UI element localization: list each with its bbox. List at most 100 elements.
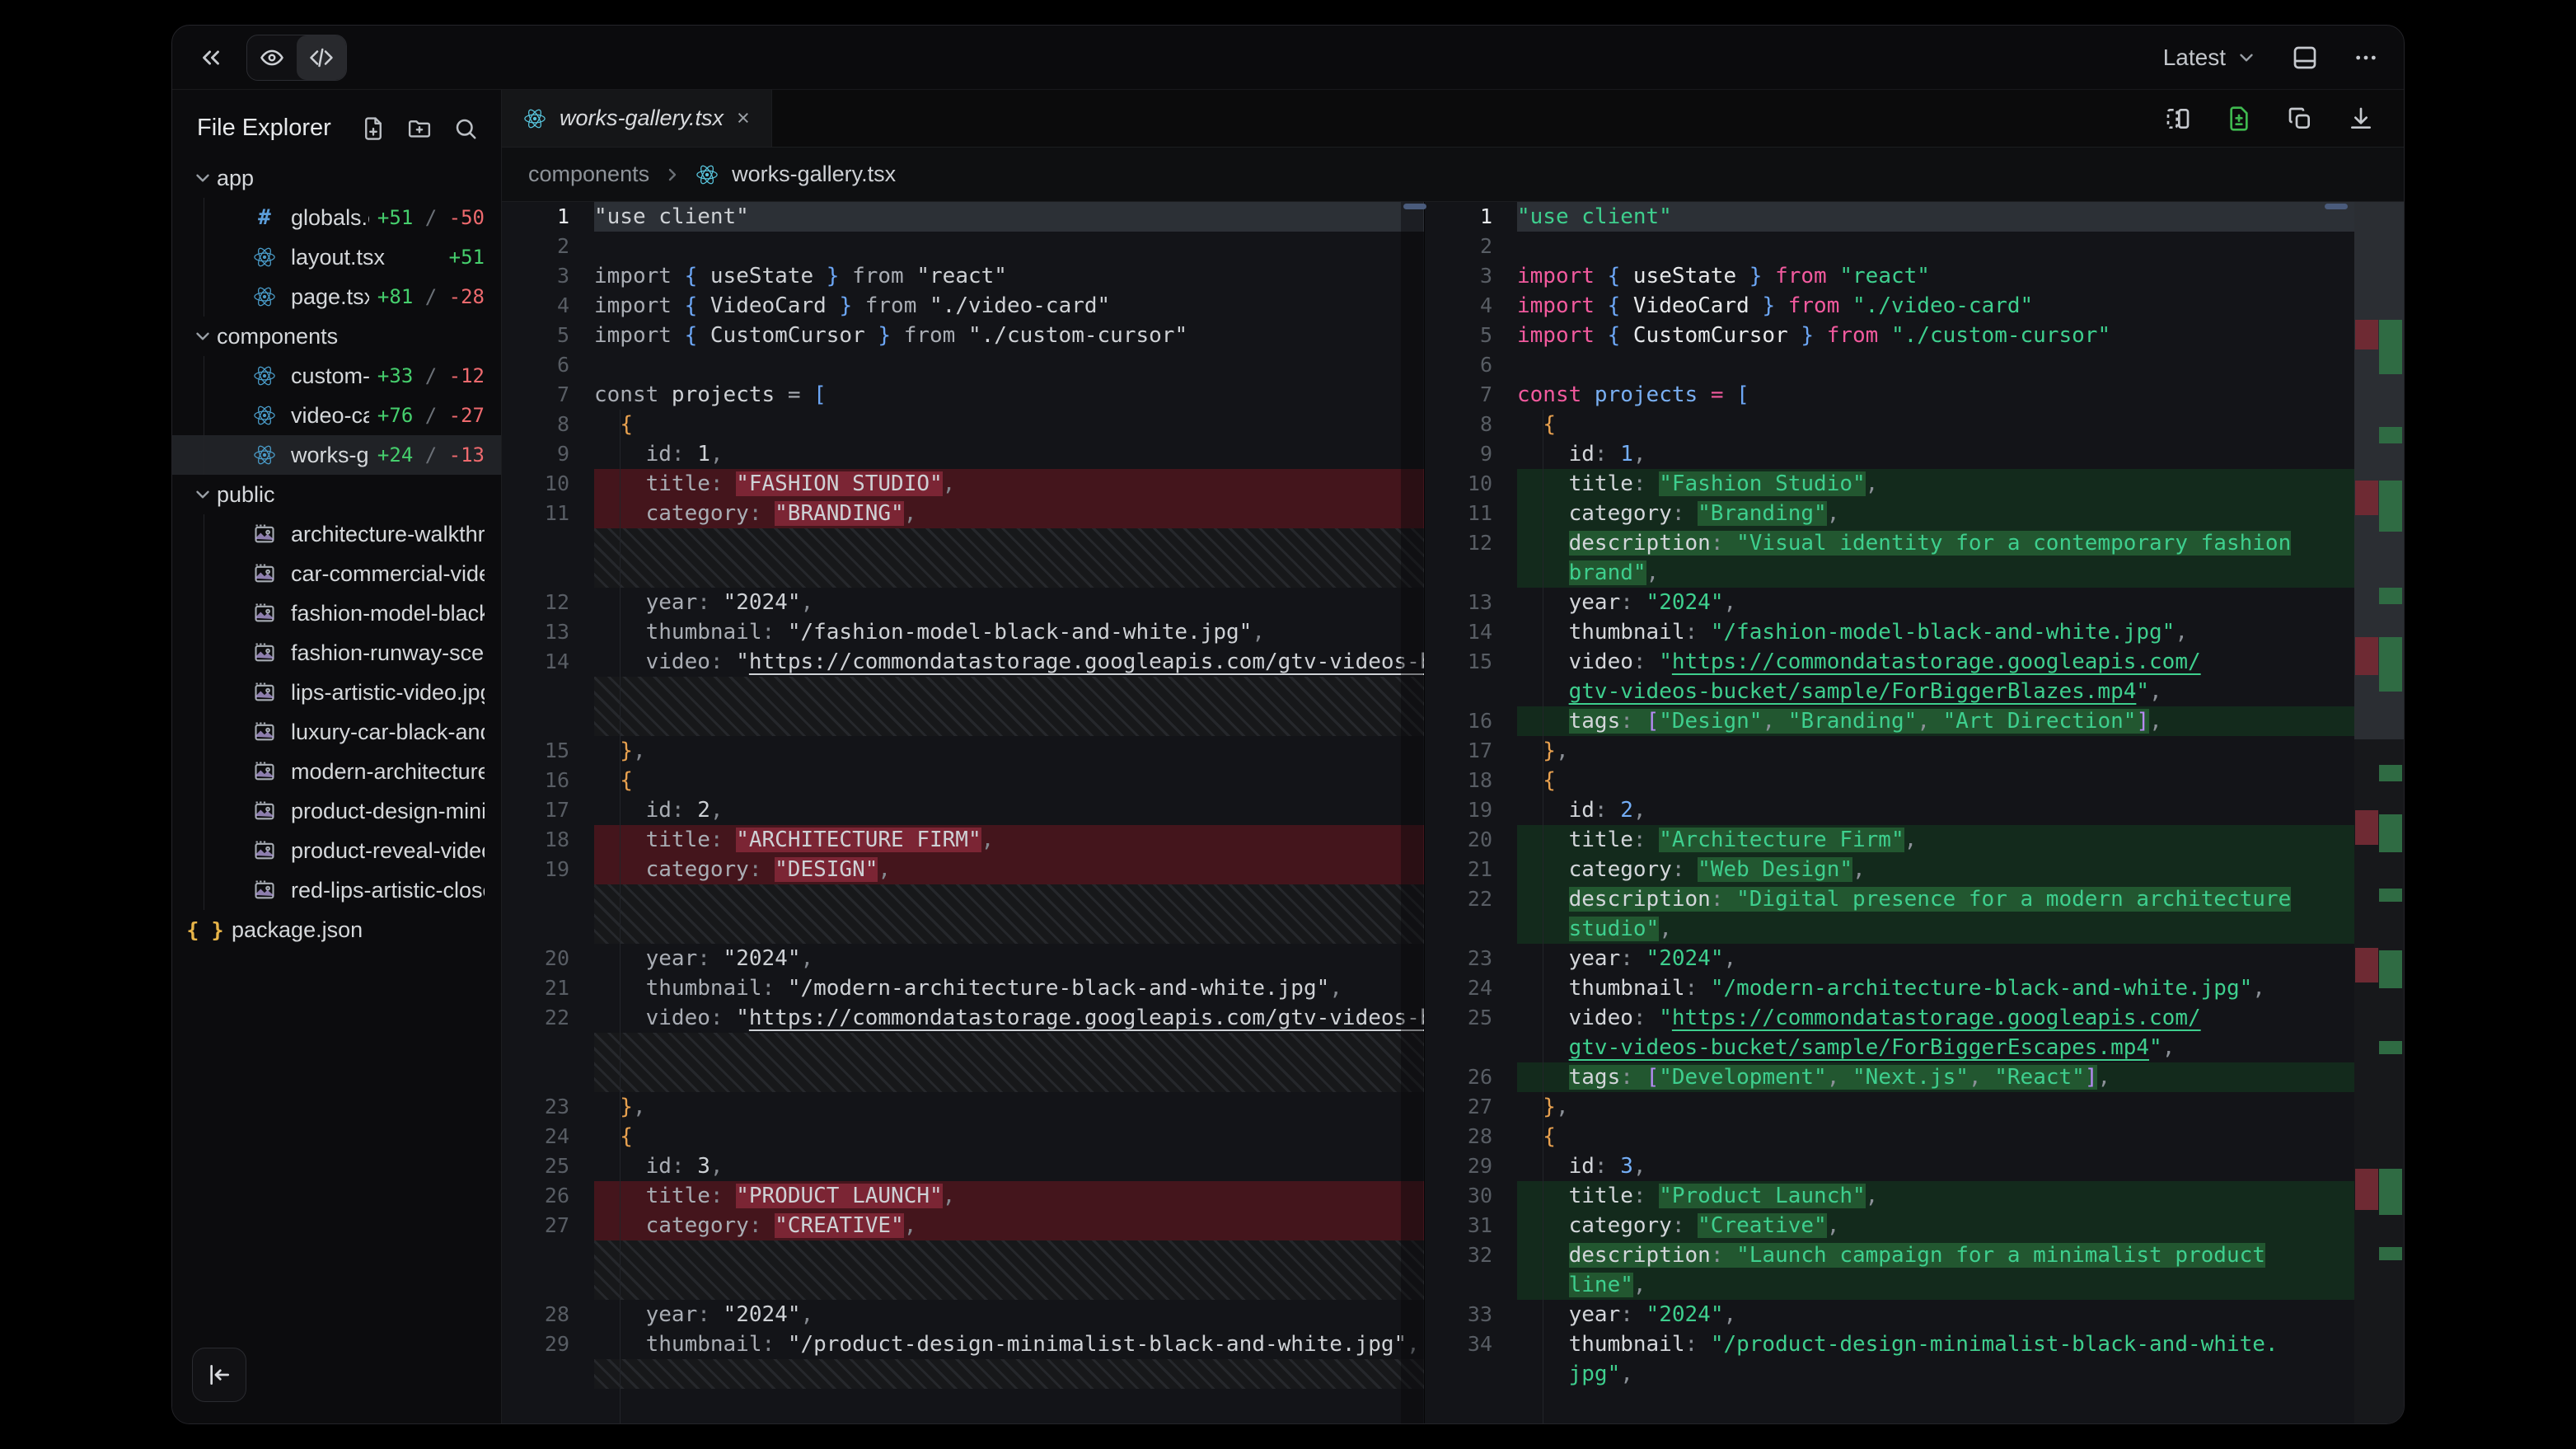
file-label: architecture-walkthro… [291, 522, 485, 547]
code-row: gtv-videos-bucket/sample/ForBiggerEscape… [1425, 1033, 2404, 1062]
file-tree: app#globals.css+51 / -50layout.tsx+51pag… [172, 158, 501, 950]
tab-works-gallery[interactable]: works-gallery.tsx × [502, 90, 772, 147]
ruler-addition-mark [2379, 320, 2402, 374]
react-icon [253, 364, 276, 387]
code-row: 6 [502, 350, 1424, 380]
react-icon [253, 246, 276, 269]
line-number: 6 [1425, 350, 1517, 380]
code-row: 26 tags: ["Development", "Next.js", "Rea… [1425, 1062, 2404, 1092]
line-number: 34 [1425, 1329, 1517, 1359]
breadcrumb-folder[interactable]: components [528, 162, 649, 187]
file-diff-icon[interactable] [2226, 106, 2252, 132]
sidebar-item-fashion-runway-scen-[interactable]: fashion-runway-scen… [172, 633, 501, 673]
ruler-addition-mark [2379, 1169, 2402, 1215]
sidebar-item-product-reveal-video.j-[interactable]: product-reveal-video.j… [172, 831, 501, 870]
json-braces-icon: { } [186, 918, 223, 942]
chevron-right-icon [663, 165, 682, 185]
eye-icon[interactable] [247, 35, 297, 80]
horizontal-scrollbar[interactable] [2325, 204, 2348, 209]
code-row: 15 }, [502, 736, 1424, 766]
code-row: 20 title: "Architecture Firm", [1425, 825, 2404, 855]
sidebar-item-fashion-model-black-[interactable]: fashion-model-black-… [172, 593, 501, 633]
sidebar-item-works-galler-[interactable]: works-galler…+24 / -13 [172, 435, 501, 475]
code-icon[interactable] [297, 35, 346, 80]
code-row: 16 tags: ["Design", "Branding", "Art Dir… [1425, 706, 2404, 736]
sidebar-item-components[interactable]: components [172, 317, 501, 356]
diff-pane-old: 1"use client"23import { useState } from … [502, 202, 1425, 1423]
top-bar: Latest [172, 26, 2404, 90]
code-row: 21 category: "Web Design", [1425, 855, 2404, 884]
react-icon [696, 163, 719, 186]
editor-area: works-gallery.tsx × [502, 90, 2404, 1423]
file-label: lips-artistic-video.jpg [291, 680, 485, 706]
search-icon[interactable] [453, 116, 478, 141]
sidebar-item-red-lips-artistic-close-[interactable]: red-lips-artistic-close… [172, 870, 501, 910]
file-explorer-title: File Explorer [197, 115, 340, 142]
sidebar-item-luxury-car-black-and-[interactable]: luxury-car-black-and-… [172, 712, 501, 752]
split-view-icon[interactable] [2165, 106, 2191, 132]
line-number: 22 [1425, 884, 1517, 914]
sidebar-item-public[interactable]: public [172, 475, 501, 514]
code-row: 29 thumbnail: "/product-design-minimalis… [502, 1329, 1424, 1359]
version-dropdown[interactable]: Latest [2163, 45, 2257, 71]
image-icon [253, 641, 276, 664]
sidebar-item-modern-architecture-[interactable]: modern-architecture-… [172, 752, 501, 791]
sidebar-item-video-card.tsx[interactable]: video-card.tsx+76 / -27 [172, 396, 501, 435]
folder-plus-icon[interactable] [407, 116, 432, 141]
sidebar-item-app[interactable]: app [172, 158, 501, 198]
code-row: 25 id: 3, [502, 1151, 1424, 1181]
line-number: 32 [1425, 1240, 1517, 1270]
code-row: 34 thumbnail: "/product-design-minimalis… [1425, 1329, 2404, 1359]
line-number: 8 [502, 410, 594, 439]
code-row: 22 video: "https://commondatastorage.goo… [502, 1003, 1424, 1033]
react-icon [253, 285, 276, 308]
code-row: gtv-videos-bucket/sample/ForBiggerBlazes… [1425, 677, 2404, 706]
chevron-down-icon [192, 167, 213, 189]
code-row: line", [1425, 1270, 2404, 1300]
chevron-down-icon [2236, 47, 2257, 68]
version-label: Latest [2163, 45, 2226, 71]
diff-stats: +51 [441, 246, 485, 269]
download-icon[interactable] [2348, 106, 2374, 132]
panel-bottom-icon[interactable] [2292, 45, 2318, 71]
code-row: studio", [1425, 914, 2404, 944]
sidebar-item-architecture-walkthro-[interactable]: architecture-walkthro… [172, 514, 501, 554]
line-number: 28 [502, 1300, 594, 1329]
close-tab-icon[interactable]: × [737, 106, 750, 131]
code-row: 31 category: "Creative", [1425, 1211, 2404, 1240]
line-number [1425, 558, 1517, 588]
line-number: 10 [1425, 469, 1517, 499]
diff-filler-row [502, 1240, 1424, 1300]
sidebar-item-product-design-minim-[interactable]: product-design-minim… [172, 791, 501, 831]
sidebar-item-layout.tsx[interactable]: layout.tsx+51 [172, 237, 501, 277]
code-row: brand", [1425, 558, 2404, 588]
sidebar-item-page.tsx[interactable]: page.tsx+81 / -28 [172, 277, 501, 317]
line-number: 25 [1425, 1003, 1517, 1033]
diff-filler-row [502, 884, 1424, 944]
code-row: 7const projects = [ [502, 380, 1424, 410]
file-label: components [217, 324, 338, 349]
sidebar-item-package.json[interactable]: { } package.json [172, 910, 501, 950]
file-label: package.json [232, 917, 363, 943]
file-plus-icon[interactable] [361, 116, 386, 141]
sidebar-item-custom-curs-[interactable]: custom-curs…+33 / -12 [172, 356, 501, 396]
ellipsis-icon[interactable] [2353, 45, 2379, 71]
diff-overview-ruler[interactable] [2354, 202, 2404, 1423]
code-row: 18 { [1425, 766, 2404, 795]
horizontal-scrollbar[interactable] [1403, 204, 1426, 209]
copy-icon[interactable] [2287, 106, 2313, 132]
sidebar-item-car-commercial-video-[interactable]: car-commercial-video… [172, 554, 501, 593]
sidebar-item-globals.css[interactable]: #globals.css+51 / -50 [172, 198, 501, 237]
ruler-addition-mark [2379, 1247, 2402, 1260]
file-label: product-design-minim… [291, 799, 485, 824]
sidebar-item-lips-artistic-video.jpg[interactable]: lips-artistic-video.jpg [172, 673, 501, 712]
line-number: 26 [1425, 1062, 1517, 1092]
chevrons-left-icon[interactable] [197, 44, 225, 72]
line-number: 12 [502, 588, 594, 617]
line-number: 8 [1425, 410, 1517, 439]
line-number: 20 [1425, 825, 1517, 855]
line-number: 5 [502, 321, 594, 350]
collapse-sidebar-button[interactable] [192, 1348, 246, 1402]
ruler-addition-mark [2379, 814, 2402, 852]
ruler-addition-mark [2379, 889, 2402, 902]
